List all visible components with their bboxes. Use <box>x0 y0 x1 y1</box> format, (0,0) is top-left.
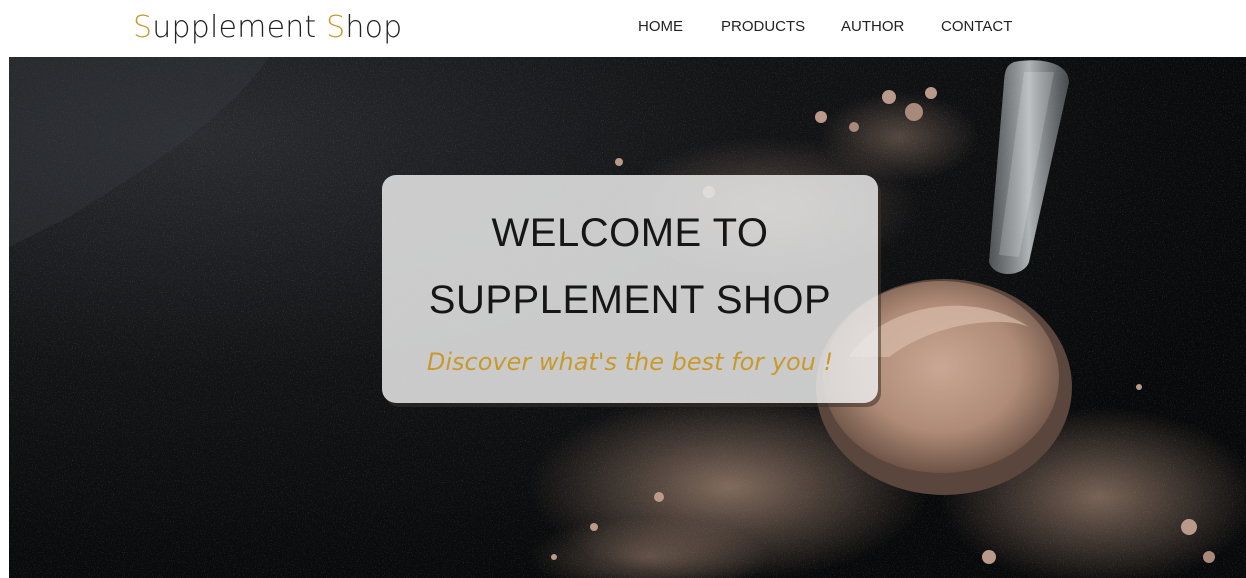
nav-item-contact[interactable]: CONTACT <box>941 17 1012 37</box>
hero-tagline: Discover what's the best for you ! <box>426 348 834 376</box>
welcome-card: WELCOME TO SUPPLEMENT SHOP Discover what… <box>382 175 878 403</box>
site-header: Supplement Shop HOME PRODUCTS AUTHOR CON… <box>0 0 1246 57</box>
nav-item-home[interactable]: HOME <box>638 17 683 37</box>
logo-initial-s2: S <box>326 10 346 45</box>
site-logo[interactable]: Supplement Shop <box>133 9 402 47</box>
logo-initial-s: S <box>133 10 153 45</box>
logo-word-upplement: upplement <box>152 10 327 45</box>
nav-item-author[interactable]: AUTHOR <box>841 17 904 37</box>
hero-title-line2: SUPPLEMENT SHOP <box>428 278 832 322</box>
logo-word-hop: hop <box>345 10 403 45</box>
nav-item-products[interactable]: PRODUCTS <box>721 17 805 37</box>
hero-title-line1: WELCOME TO <box>491 211 769 255</box>
